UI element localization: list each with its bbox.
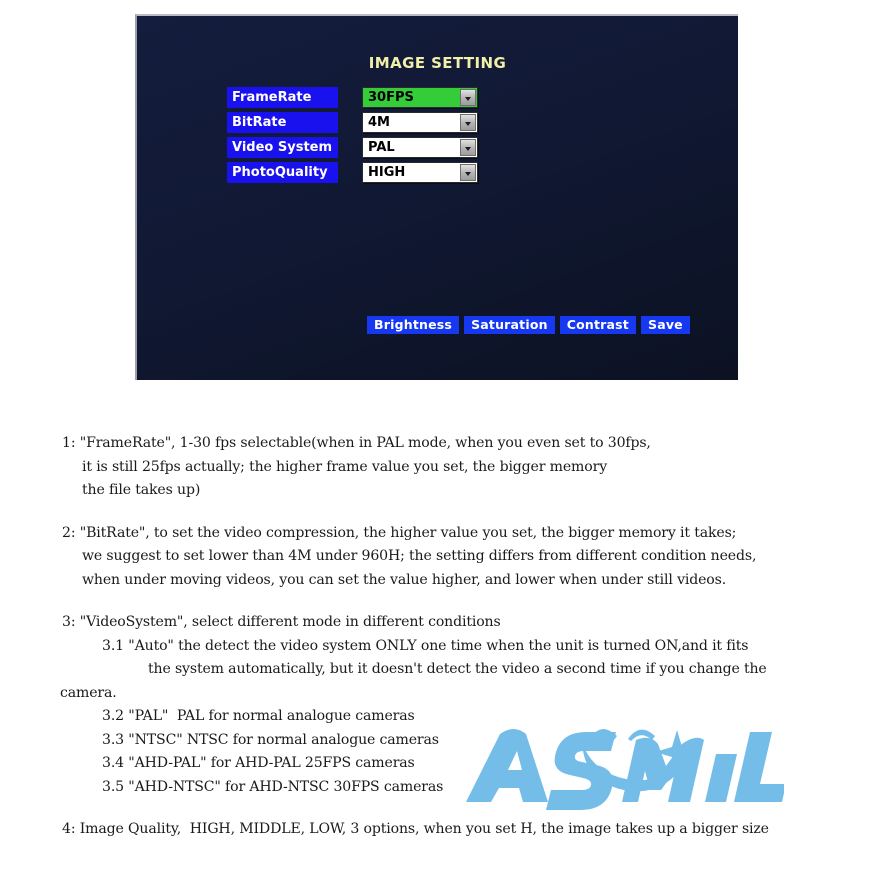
osd-action-bar: Brightness Saturation Contrast Save	[367, 316, 690, 334]
note-line: it is still 25fps actually; the higher f…	[82, 458, 608, 475]
note-line: the system automatically, but it doesn't…	[148, 661, 767, 677]
select-bitrate[interactable]: 4M	[362, 112, 478, 133]
label-framerate: FrameRate	[227, 87, 338, 108]
note-line: the file takes up)	[82, 482, 201, 498]
image-setting-osd-panel: IMAGE SETTING FrameRate 30FPS BitRate 4M…	[135, 14, 738, 380]
note-line: 2: "BitRate", to set the video compressi…	[62, 524, 737, 541]
chevron-down-icon[interactable]	[460, 139, 476, 156]
label-photo-quality: PhotoQuality	[227, 162, 338, 183]
brightness-button[interactable]: Brightness	[367, 316, 460, 334]
select-bitrate-value: 4M	[368, 115, 390, 130]
note-line: when under moving videos, you can set th…	[82, 571, 727, 588]
note-line: 4: Image Quality, HIGH, MIDDLE, LOW, 3 o…	[62, 821, 769, 837]
note-line: 3.2 "PAL" PAL for normal analogue camera…	[102, 708, 415, 724]
note-line: 3.3 "NTSC" NTSC for normal analogue came…	[102, 731, 439, 748]
chevron-down-icon[interactable]	[460, 114, 476, 131]
note-line: we suggest to set lower than 4M under 96…	[82, 548, 757, 564]
label-bitrate: BitRate	[227, 112, 338, 133]
note-line: 3.1 "Auto" the detect the video system O…	[102, 637, 749, 654]
note-line: 3.4 "AHD-PAL" for AHD-PAL 25FPS cameras	[102, 755, 415, 771]
saturation-button[interactable]: Saturation	[464, 316, 555, 334]
note-line: 3: "VideoSystem", select different mode …	[62, 614, 501, 630]
page-title: IMAGE SETTING	[368, 54, 507, 72]
select-framerate[interactable]: 30FPS	[362, 87, 478, 108]
instructions-body: 1: "FrameRate", 1-30 fps selectable(when…	[0, 432, 876, 861]
save-button[interactable]: Save	[641, 316, 690, 334]
select-video-system-value: PAL	[368, 140, 395, 155]
select-video-system[interactable]: PAL	[362, 137, 478, 158]
select-photo-quality-value: HIGH	[368, 165, 406, 180]
note-line: camera.	[60, 684, 117, 701]
contrast-button[interactable]: Contrast	[559, 316, 636, 334]
select-photo-quality[interactable]: HIGH	[362, 162, 478, 183]
note-line: 1: "FrameRate", 1-30 fps selectable(when…	[62, 435, 651, 451]
note-item-4: 4: Image Quality, HIGH, MIDDLE, LOW, 3 o…	[0, 818, 876, 842]
note-item-1: 1: "FrameRate", 1-30 fps selectable(when…	[0, 432, 876, 503]
label-video-system: Video System	[227, 137, 338, 158]
note-item-3: 3: "VideoSystem", select different mode …	[0, 611, 876, 799]
select-framerate-value: 30FPS	[368, 90, 414, 105]
chevron-down-icon[interactable]	[460, 164, 476, 181]
note-item-2: 2: "BitRate", to set the video compressi…	[0, 522, 876, 593]
note-line: 3.5 "AHD-NTSC" for AHD-NTSC 30FPS camera…	[102, 778, 444, 795]
chevron-down-icon[interactable]	[460, 89, 476, 106]
